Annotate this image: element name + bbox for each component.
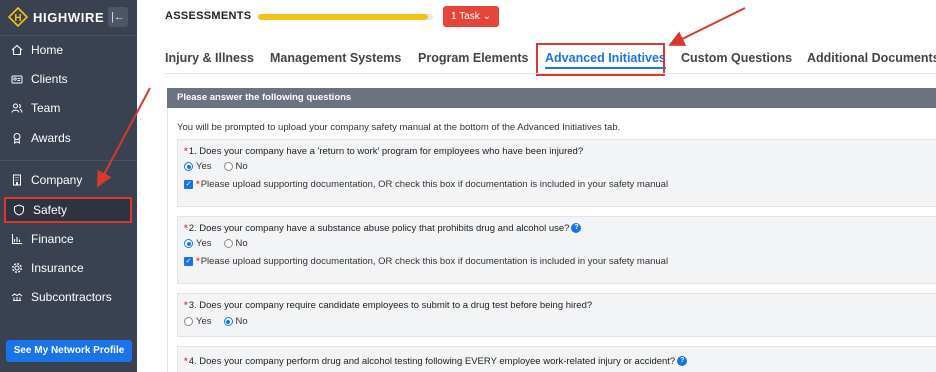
highwire-logo-icon: H [8, 7, 28, 27]
sidebar-item-label: Awards [31, 131, 71, 145]
question-1-documentation: ✓ * Please upload supporting documentati… [184, 179, 669, 190]
question-card-2: *2. Does your company have a substance a… [177, 216, 936, 284]
required-marker: * [184, 223, 188, 234]
sidebar-item-company[interactable]: Company [0, 167, 137, 193]
arrow-to-advanced-tab [668, 7, 746, 46]
chevron-down-icon: ⌄ [482, 11, 491, 22]
question-2-options: Yes No [184, 238, 260, 249]
building-icon [11, 174, 23, 186]
brand-name: HIGHWIRE [33, 10, 105, 25]
required-marker: * [184, 356, 188, 367]
help-icon[interactable]: ? [677, 356, 688, 367]
see-network-profile-button[interactable]: See My Network Profile [6, 340, 132, 362]
gear-icon [11, 262, 23, 274]
documentation-checkbox[interactable]: ✓ [184, 180, 193, 189]
handshake-icon [11, 291, 23, 303]
id-card-icon [11, 73, 23, 85]
radio-yes[interactable] [184, 162, 193, 171]
tab-custom-questions[interactable]: Custom Questions [681, 51, 792, 65]
sidebar-item-finance[interactable]: Finance [0, 226, 137, 252]
radio-yes[interactable] [184, 239, 193, 248]
sidebar-item-subcontractors[interactable]: Subcontractors [0, 284, 137, 310]
required-marker: * [196, 179, 200, 190]
award-icon [11, 132, 23, 144]
sidebar-item-label: Team [31, 101, 61, 115]
radio-no[interactable] [223, 239, 233, 248]
team-icon [11, 102, 23, 114]
sidebar-item-team[interactable]: Team [0, 95, 137, 121]
radio-yes[interactable] [184, 317, 193, 326]
question-text: *1. Does your company have a 'return to … [184, 146, 584, 157]
sidebar-item-label: Subcontractors [31, 290, 112, 304]
sidebar: H HIGHWIRE |← Home Clients Team Awards C… [0, 0, 137, 372]
radio-no[interactable] [223, 162, 233, 171]
required-marker: * [184, 146, 188, 157]
question-text: *2. Does your company have a substance a… [184, 223, 582, 234]
tab-injury-illness[interactable]: Injury & Illness [165, 51, 254, 65]
radio-no[interactable] [223, 317, 233, 326]
sidebar-item-label: Finance [31, 232, 74, 246]
help-icon[interactable]: ? [571, 223, 582, 234]
task-dropdown-button[interactable]: 1 Task ⌄ [443, 6, 499, 27]
sidebar-divider [0, 160, 137, 161]
page-title: ASSESSMENTS [165, 10, 252, 22]
sidebar-item-safety[interactable]: Safety [4, 197, 132, 223]
required-marker: * [184, 300, 188, 311]
tab-management-systems[interactable]: Management Systems [270, 51, 401, 65]
sidebar-item-home[interactable]: Home [0, 37, 137, 63]
question-3-options: Yes No [184, 316, 260, 327]
assessment-progress-bar [258, 14, 433, 20]
question-2-documentation: ✓ * Please upload supporting documentati… [184, 256, 669, 267]
home-icon [11, 44, 23, 56]
sidebar-item-label: Safety [33, 203, 68, 217]
question-card-1: *1. Does your company have a 'return to … [177, 139, 936, 207]
sidebar-item-label: Company [31, 173, 83, 187]
question-1-options: Yes No [184, 161, 260, 172]
active-tab-highlight [536, 43, 665, 76]
sidebar-item-clients[interactable]: Clients [0, 66, 137, 92]
question-card-3: *3. Does your company require candidate … [177, 293, 936, 337]
sidebar-item-awards[interactable]: Awards [0, 125, 137, 151]
question-card-4: *4. Does your company perform drug and a… [177, 346, 936, 372]
sidebar-item-insurance[interactable]: Insurance [0, 255, 137, 281]
panel-header: Please answer the following questions [167, 88, 936, 108]
tab-additional-documents[interactable]: Additional Documents [807, 51, 936, 65]
bar-chart-icon [11, 233, 23, 245]
sidebar-item-label: Insurance [31, 261, 84, 275]
documentation-checkbox[interactable]: ✓ [184, 257, 193, 266]
tab-program-elements[interactable]: Program Elements [418, 51, 528, 65]
sidebar-item-label: Clients [31, 72, 68, 86]
sidebar-item-label: Home [31, 43, 64, 57]
panel-intro-text: You will be prompted to upload your comp… [177, 122, 621, 133]
svg-text:H: H [14, 13, 21, 24]
tabs-divider [165, 73, 936, 74]
progress-fill [258, 14, 428, 20]
question-text: *3. Does your company require candidate … [184, 300, 593, 311]
collapse-sidebar-button[interactable]: |← [108, 7, 128, 27]
collapse-left-icon: |← [111, 11, 125, 23]
required-marker: * [196, 256, 200, 267]
shield-icon [13, 204, 25, 216]
logo-row: H HIGHWIRE |← [0, 0, 137, 36]
question-text: *4. Does your company perform drug and a… [184, 356, 688, 367]
task-button-label: 1 Task [451, 11, 480, 22]
